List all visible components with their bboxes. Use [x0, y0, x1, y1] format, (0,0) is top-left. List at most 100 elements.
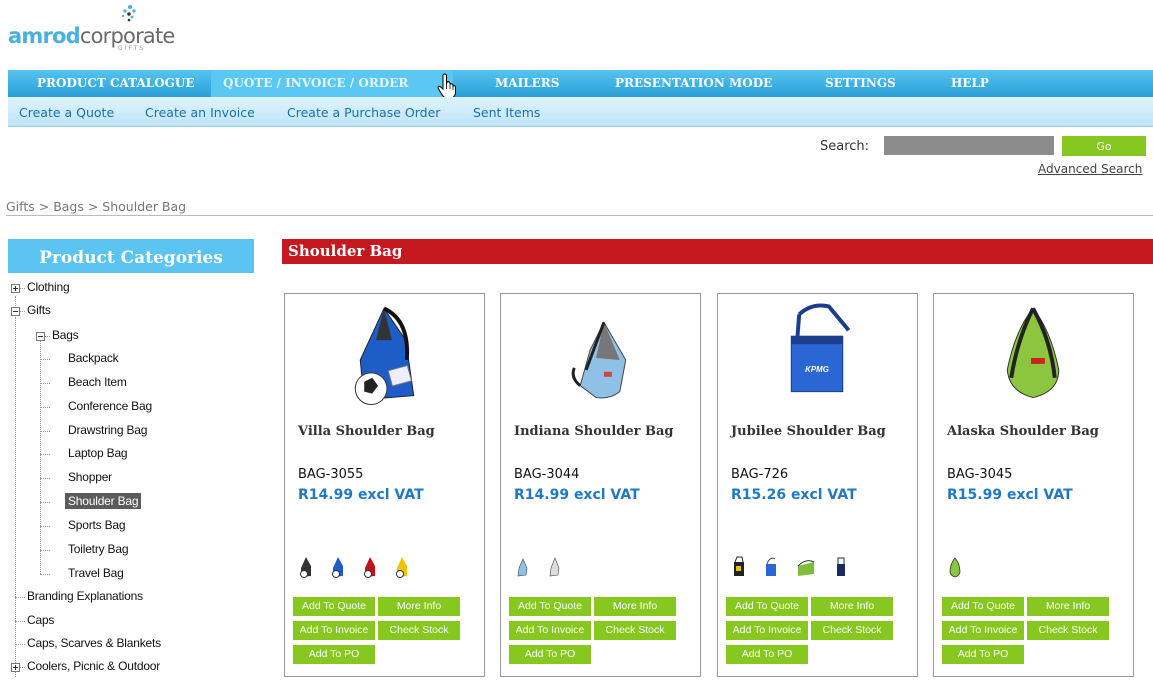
product-code: BAG-3045 — [947, 467, 1013, 482]
color-variants — [948, 556, 975, 586]
category-laptop-bag[interactable]: Laptop Bag — [68, 446, 128, 460]
tree-line — [15, 644, 25, 645]
add-to-quote-button[interactable]: Add To Quote — [726, 597, 808, 616]
tree-line — [40, 431, 50, 432]
variant-yellow-thumb[interactable] — [395, 556, 409, 578]
product-price: R14.99 excl VAT — [298, 487, 424, 503]
more-info-button[interactable]: More Info — [594, 597, 676, 616]
tree-line — [40, 359, 50, 360]
variant-green-thumb[interactable] — [796, 556, 816, 578]
subnav-create-quote[interactable]: Create a Quote — [19, 105, 114, 120]
more-info-button[interactable]: More Info — [811, 597, 893, 616]
add-to-quote-button[interactable]: Add To Quote — [942, 597, 1024, 616]
advanced-search-link[interactable]: Advanced Search — [1038, 162, 1142, 176]
product-image[interactable] — [934, 300, 1133, 410]
sub-nav: Create a Quote Create an Invoice Create … — [8, 97, 1153, 127]
product-name[interactable]: Alaska Shoulder Bag — [947, 424, 1099, 439]
nav-presentation-mode[interactable]: PRESENTATION MODE — [615, 70, 772, 97]
color-variants — [515, 556, 574, 586]
category-clothing[interactable]: Clothing — [27, 280, 70, 294]
category-drawstring-bag[interactable]: Drawstring Bag — [68, 423, 147, 437]
add-to-invoice-button[interactable]: Add To Invoice — [726, 621, 808, 640]
nav-help[interactable]: HELP — [951, 70, 989, 97]
nav-mailers[interactable]: MAILERS — [495, 70, 559, 97]
nav-quote-invoice-order[interactable]: QUOTE / INVOICE / ORDER — [211, 70, 453, 97]
category-branding-explanations[interactable]: Branding Explanations — [27, 589, 143, 603]
check-stock-button[interactable]: Check Stock — [594, 621, 676, 640]
category-gifts[interactable]: Gifts — [27, 303, 51, 317]
product-name[interactable]: Jubilee Shoulder Bag — [731, 424, 886, 439]
category-caps-scarves-blankets[interactable]: Caps, Scarves & Blankets — [27, 636, 161, 650]
product-image[interactable] — [501, 300, 700, 410]
variant-grey-thumb[interactable] — [547, 556, 561, 578]
variant-navy-thumb[interactable] — [834, 556, 848, 578]
add-to-quote-button[interactable]: Add To Quote — [293, 597, 375, 616]
main-nav: PRODUCT CATALOGUE QUOTE / INVOICE / ORDE… — [8, 70, 1153, 97]
nav-settings[interactable]: SETTINGS — [825, 70, 896, 97]
product-name[interactable]: Villa Shoulder Bag — [298, 424, 435, 439]
check-stock-button[interactable]: Check Stock — [811, 621, 893, 640]
variant-blue-thumb[interactable] — [331, 556, 345, 578]
variant-red-thumb[interactable] — [363, 556, 377, 578]
add-to-po-button[interactable]: Add To PO — [293, 645, 375, 664]
breadcrumb-gifts[interactable]: Gifts — [6, 199, 35, 214]
category-conference-bag[interactable]: Conference Bag — [68, 399, 152, 413]
expand-icon[interactable] — [11, 284, 20, 293]
category-coolers-picnic-outdoor[interactable]: Coolers, Picnic & Outdoor — [27, 659, 160, 673]
category-bags[interactable]: Bags — [52, 328, 79, 342]
logo-wordmark: amrodcorporate — [8, 24, 175, 48]
subnav-create-purchase-order[interactable]: Create a Purchase Order — [287, 105, 440, 120]
add-to-po-button[interactable]: Add To PO — [726, 645, 808, 664]
search-input[interactable] — [884, 136, 1054, 155]
category-sports-bag[interactable]: Sports Bag — [68, 518, 126, 532]
variant-black-thumb[interactable] — [299, 556, 313, 578]
add-to-po-button[interactable]: Add To PO — [942, 645, 1024, 664]
collapse-icon[interactable] — [11, 307, 20, 316]
search-go-button[interactable]: Go — [1062, 136, 1146, 156]
breadcrumb-bags[interactable]: Bags — [53, 199, 84, 214]
tree-line — [40, 550, 50, 551]
check-stock-button[interactable]: Check Stock — [1027, 621, 1109, 640]
divider — [6, 215, 1153, 216]
category-beach-item[interactable]: Beach Item — [68, 375, 127, 389]
tree-line — [15, 621, 25, 622]
tree-line — [40, 383, 50, 384]
subnav-sent-items[interactable]: Sent Items — [473, 105, 540, 120]
tree-line — [40, 526, 50, 527]
amrod-logo[interactable]: amrodcorporate GIFTS — [8, 4, 178, 52]
expand-icon[interactable] — [11, 663, 20, 672]
check-stock-button[interactable]: Check Stock — [378, 621, 460, 640]
section-title: Shoulder Bag — [282, 239, 1153, 264]
add-to-quote-button[interactable]: Add To Quote — [509, 597, 591, 616]
variant-black-thumb[interactable] — [732, 556, 746, 578]
nav-product-catalogue[interactable]: PRODUCT CATALOGUE — [37, 70, 195, 97]
collapse-icon[interactable] — [36, 332, 45, 341]
variant-blue-thumb[interactable] — [764, 556, 778, 578]
tree-line — [15, 597, 25, 598]
category-shopper[interactable]: Shopper — [68, 470, 112, 484]
product-name[interactable]: Indiana Shoulder Bag — [514, 424, 674, 439]
product-image[interactable] — [285, 300, 484, 410]
category-caps[interactable]: Caps — [27, 613, 54, 627]
variant-blue-thumb[interactable] — [515, 556, 529, 578]
category-shoulder-bag[interactable]: Shoulder Bag — [65, 493, 142, 509]
more-info-button[interactable]: More Info — [378, 597, 460, 616]
add-to-invoice-button[interactable]: Add To Invoice — [942, 621, 1024, 640]
breadcrumb-separator: > — [83, 199, 103, 214]
add-to-po-button[interactable]: Add To PO — [509, 645, 591, 664]
more-info-button[interactable]: More Info — [1027, 597, 1109, 616]
add-to-invoice-button[interactable]: Add To Invoice — [509, 621, 591, 640]
product-image[interactable]: KPMG — [718, 300, 917, 410]
product-price: R15.99 excl VAT — [947, 487, 1073, 503]
tree-line — [40, 478, 50, 479]
category-toiletry-bag[interactable]: Toiletry Bag — [68, 542, 128, 556]
logo-mark-icon — [121, 5, 136, 22]
category-travel-bag[interactable]: Travel Bag — [68, 566, 124, 580]
breadcrumb: Gifts > Bags > Shoulder Bag — [6, 199, 186, 214]
category-backpack[interactable]: Backpack — [68, 351, 119, 365]
subnav-create-invoice[interactable]: Create an Invoice — [145, 105, 255, 120]
search-label: Search: — [820, 139, 870, 154]
logo-amrod-text: amrod — [8, 24, 81, 48]
variant-green-thumb[interactable] — [948, 556, 962, 578]
add-to-invoice-button[interactable]: Add To Invoice — [293, 621, 375, 640]
